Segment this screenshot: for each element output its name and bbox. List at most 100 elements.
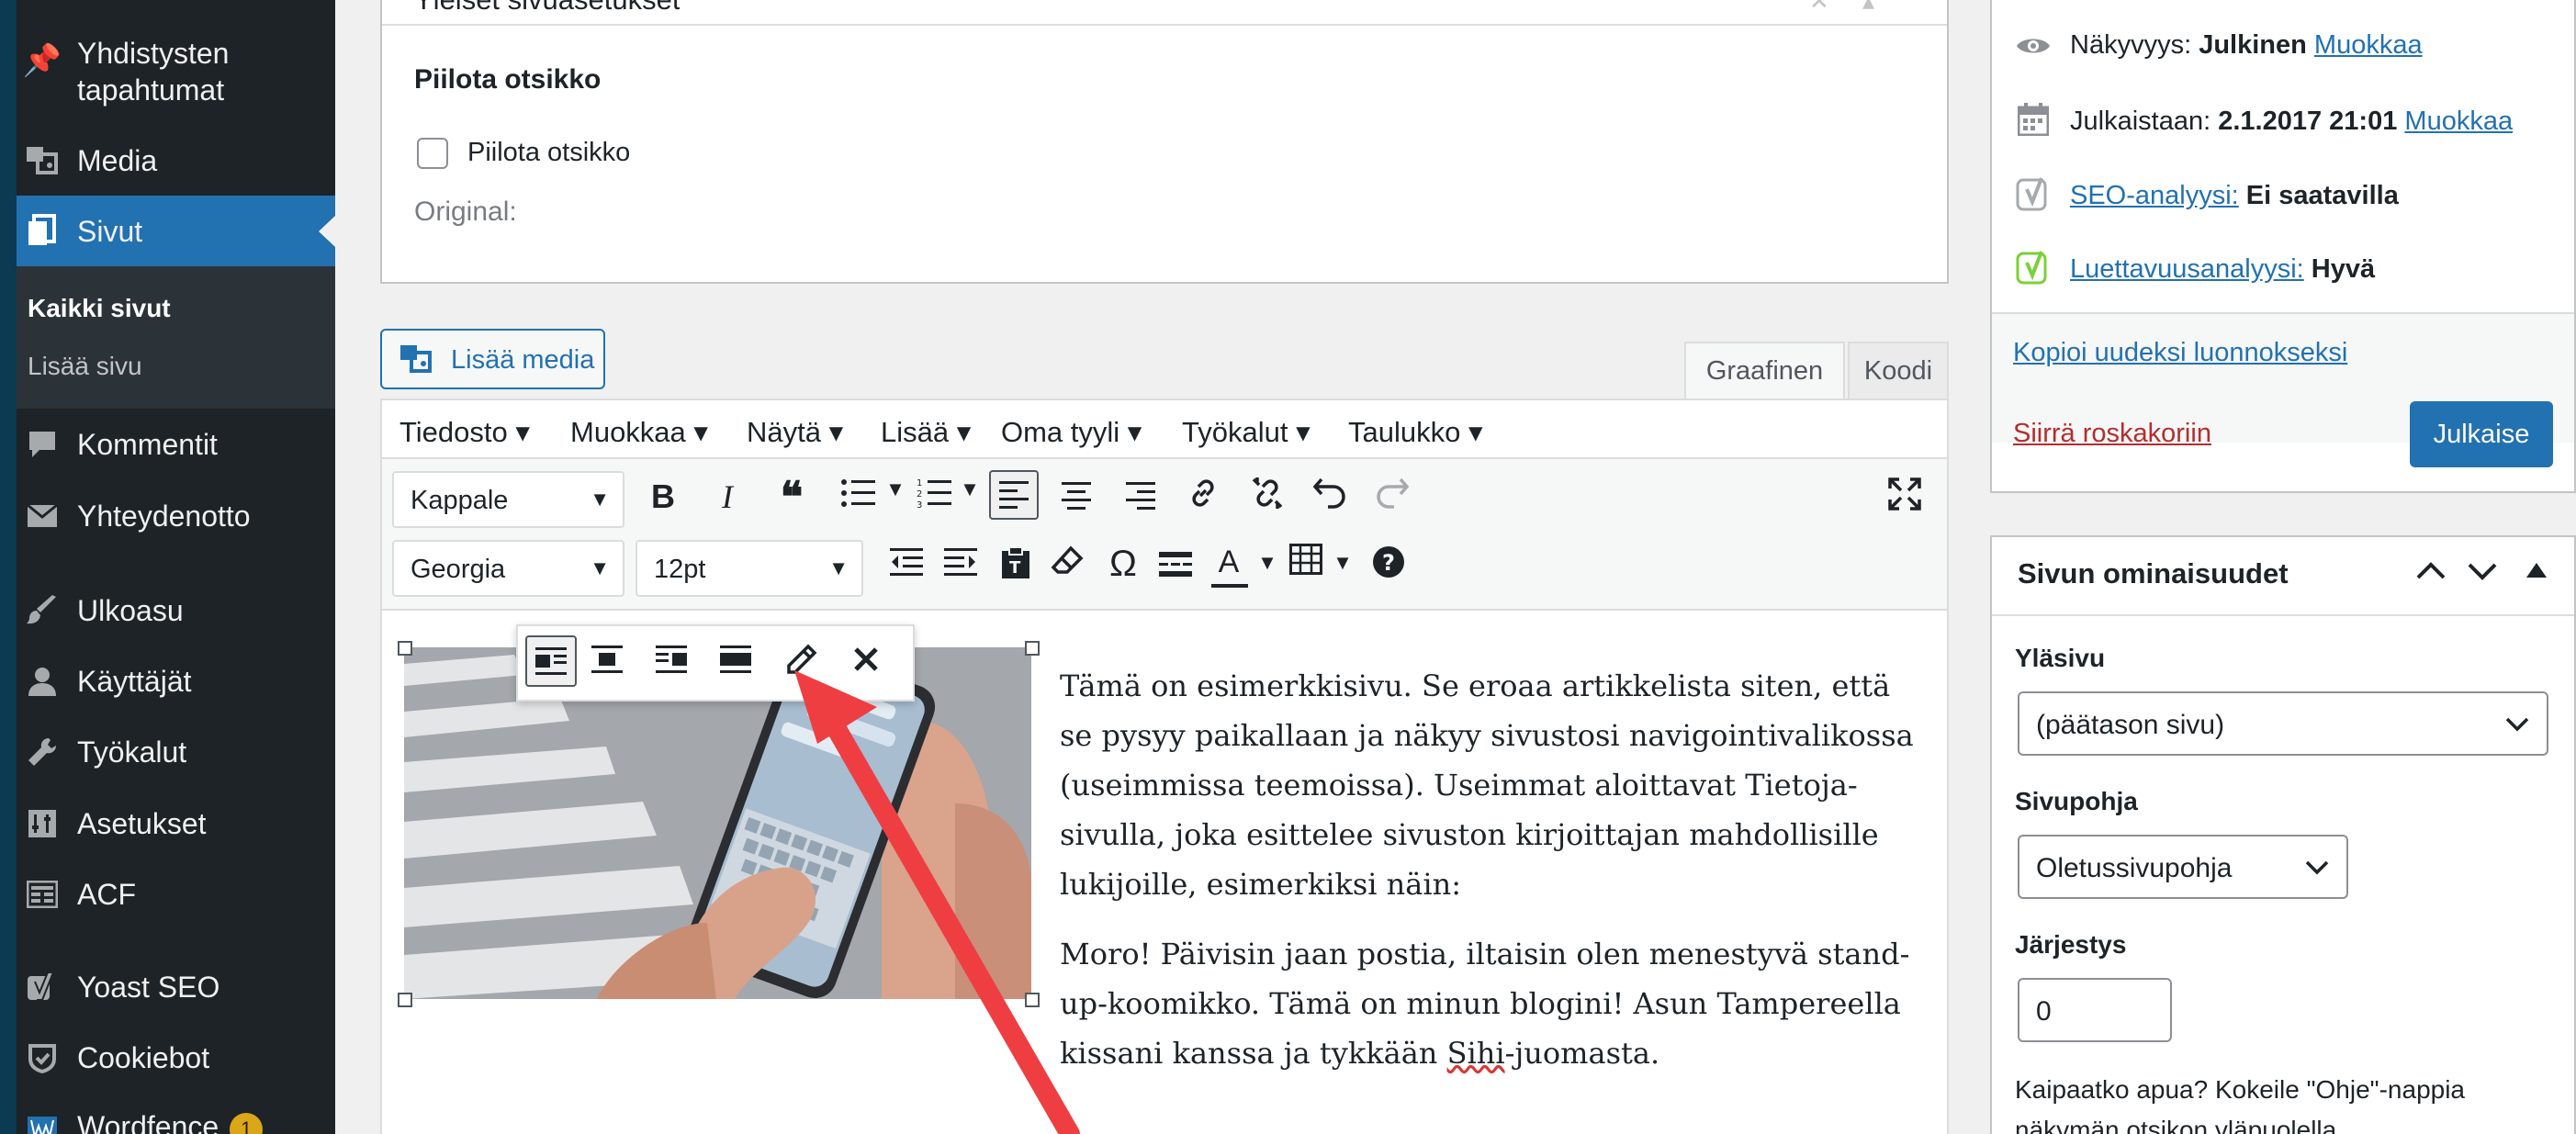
menu-tiedosto[interactable]: Tiedosto ▾	[399, 416, 530, 449]
bullet-list-icon[interactable]	[836, 477, 882, 517]
menu-item-ulkoasu[interactable]: Ulkoasu	[17, 590, 335, 631]
visibility-edit-link[interactable]: Muokkaa	[2314, 30, 2423, 60]
format-select[interactable]: Kappale ▼	[392, 471, 624, 528]
move-up-icon[interactable]	[2414, 557, 2447, 585]
submenu-lisaa-sivu[interactable]: Lisää sivu	[28, 352, 142, 381]
text-color-icon[interactable]: A	[1206, 542, 1252, 588]
undo-icon[interactable]	[1307, 476, 1353, 517]
menu-label: Työkalut	[77, 735, 187, 769]
table-dropdown-icon[interactable]: ▼	[1329, 551, 1356, 575]
bold-icon[interactable]: B	[640, 477, 686, 516]
page-attributes-title: Sivun ominaisuudet	[2018, 557, 2289, 589]
font-family-select[interactable]: Georgia ▼	[392, 540, 624, 597]
main-content: Yleiset sivuasetukset ✕ ⌃ ▴ Piilota otsi…	[335, 0, 2576, 1134]
clear-formatting-icon[interactable]	[1044, 545, 1090, 587]
numbered-list-icon[interactable]: 123	[912, 477, 958, 517]
resize-handle-top-left[interactable]	[398, 641, 412, 656]
tab-koodi[interactable]: Koodi	[1848, 342, 1949, 399]
menu-oma-tyyli[interactable]: Oma tyyli ▾	[1001, 416, 1142, 449]
editor-text[interactable]: Tämä on esimerkkisivu. Se eroaa artikkel…	[1060, 661, 1918, 1078]
outdent-icon[interactable]	[883, 547, 929, 586]
menu-item-kayttajat[interactable]: Käyttäjät	[17, 661, 335, 702]
media-icon	[399, 343, 433, 379]
text-color-dropdown-icon[interactable]: ▼	[1254, 551, 1281, 575]
copy-to-draft-link[interactable]: Kopioi uudeksi luonnokseksi	[2013, 338, 2347, 368]
wordfence-icon	[22, 1106, 62, 1134]
current-arrow-icon	[319, 216, 335, 247]
menu-item-media[interactable]: Media	[17, 140, 335, 181]
menu-lisaa[interactable]: Lisää ▾	[881, 416, 971, 449]
menu-muokkaa[interactable]: Muokkaa ▾	[570, 416, 708, 449]
help-text: Kaipaatko apua? Kokeile "Ohje"-nappia	[2015, 1075, 2465, 1104]
publish-metabox: Näkyvyys: Julkinen Muokkaa Julkaistaan: …	[1990, 0, 2576, 493]
menu-label: Kommentit	[77, 428, 218, 461]
seo-analysis-link[interactable]: SEO-analyysi:	[2070, 181, 2239, 210]
menu-item-yoast-seo[interactable]: Yoast SEO	[17, 967, 335, 1007]
menu-item-wordfence[interactable]: Wordfence 1	[17, 1106, 335, 1134]
order-input[interactable]: 0	[2018, 978, 2172, 1042]
chevron-down-icon	[2305, 860, 2329, 875]
blockquote-icon[interactable]: ❝	[769, 472, 815, 522]
tab-graafinen[interactable]: Graafinen	[1684, 342, 1845, 399]
menu-item-tyokalut[interactable]: Työkalut	[17, 732, 335, 772]
image-align-right-icon[interactable]	[656, 646, 687, 678]
align-center-icon[interactable]	[1053, 479, 1099, 518]
resize-handle-bottom-left[interactable]	[398, 993, 412, 1007]
template-select[interactable]: Oletussivupohja	[2018, 835, 2348, 899]
svg-text:2: 2	[917, 489, 922, 500]
numbered-list-dropdown-icon[interactable]: ▼	[956, 477, 984, 501]
image-align-left-icon[interactable]	[525, 635, 577, 687]
publish-button[interactable]: Julkaise	[2410, 401, 2553, 467]
metabox-title: Yleiset sivuasetukset	[414, 0, 680, 11]
settings-icon	[22, 803, 62, 844]
menu-tyokalut[interactable]: Työkalut ▾	[1182, 416, 1310, 449]
image-no-align-icon[interactable]	[720, 646, 751, 678]
paste-text-icon[interactable]: T	[993, 545, 1039, 589]
yoast-seo-icon	[2016, 176, 2053, 218]
menu-nayta[interactable]: Näytä ▾	[747, 416, 843, 449]
indent-icon[interactable]	[938, 547, 984, 586]
bullet-list-dropdown-icon[interactable]: ▼	[882, 477, 909, 501]
menu-item-sivut[interactable]: Sivut	[17, 196, 335, 266]
help-icon[interactable]: ?	[1366, 545, 1412, 587]
redo-icon[interactable]	[1369, 476, 1415, 517]
collapse-icon[interactable]	[2525, 559, 2548, 581]
add-media-button[interactable]: Lisää media	[380, 329, 605, 389]
align-left-icon[interactable]	[989, 470, 1039, 520]
font-size-select[interactable]: 12pt ▼	[636, 540, 863, 597]
table-icon[interactable]	[1283, 544, 1329, 583]
menu-item-asetukset[interactable]: Asetukset	[17, 803, 335, 844]
menu-item-acf[interactable]: ACF	[17, 874, 335, 915]
media-icon	[22, 140, 62, 181]
hide-title-checkbox[interactable]	[417, 138, 448, 169]
resize-handle-top-right[interactable]	[1025, 641, 1040, 656]
align-right-icon[interactable]	[1118, 479, 1164, 518]
metabox-controls-icon[interactable]: ✕ ⌃ ▴	[1809, 0, 1919, 15]
menu-item-kommentit[interactable]: Kommentit	[17, 424, 335, 465]
submenu-kaikki-sivut[interactable]: Kaikki sivut	[28, 294, 171, 323]
publish-date-edit-link[interactable]: Muokkaa	[2404, 107, 2513, 136]
menu-label: Yoast SEO	[77, 971, 220, 1004]
mail-icon	[22, 496, 62, 536]
special-character-icon[interactable]: Ω	[1100, 544, 1146, 585]
menu-item-yhteydenotto[interactable]: Yhteydenotto	[17, 496, 335, 536]
read-more-icon[interactable]	[1153, 549, 1198, 588]
menu-item-cookiebot[interactable]: Cookiebot	[17, 1038, 335, 1078]
image-align-center-icon[interactable]	[591, 646, 623, 678]
admin-sidebar: 📌 Yhdistysten tapahtumat Media Sivut Kai…	[17, 0, 335, 1134]
menu-taulukko[interactable]: Taulukko ▾	[1348, 416, 1483, 449]
misspelled-word[interactable]: Sihi	[1447, 1036, 1505, 1071]
fullscreen-icon[interactable]	[1882, 477, 1928, 519]
italic-icon[interactable]: I	[704, 477, 750, 516]
move-to-trash-link[interactable]: Siirrä roskakoriin	[2013, 419, 2211, 449]
unlink-icon[interactable]	[1244, 476, 1290, 519]
move-down-icon[interactable]	[2466, 557, 2499, 585]
menu-item-yhdistysten-tapahtumat[interactable]: 📌 Yhdistysten tapahtumat	[17, 28, 335, 119]
wrench-icon	[22, 732, 62, 772]
menu-label: ACF	[77, 878, 136, 911]
parent-page-select[interactable]: (päätason sivu)	[2018, 691, 2548, 756]
readability-analysis-link[interactable]: Luettavuusanalyysi:	[2070, 254, 2304, 284]
red-arrow-annotation	[794, 670, 1080, 1134]
link-icon[interactable]	[1180, 476, 1226, 519]
metabox-controls	[2414, 554, 2570, 590]
